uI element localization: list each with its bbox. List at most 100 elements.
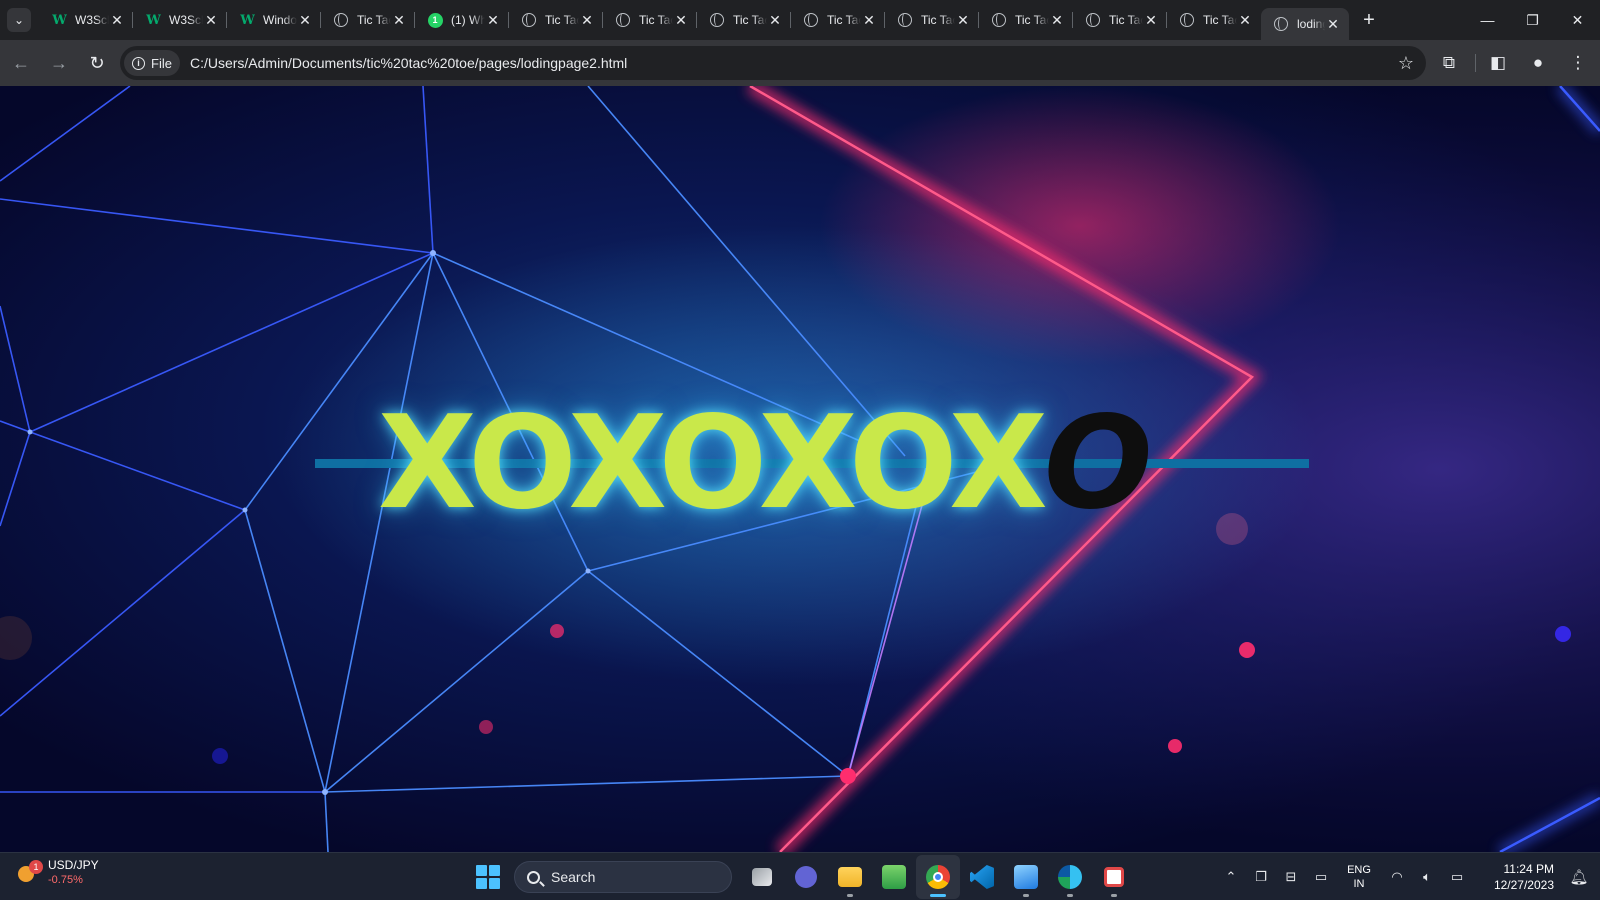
browser-tab[interactable]: Tic Tac Toe✕ — [1167, 0, 1261, 40]
tab-title: Tic Tac Toe — [545, 13, 579, 27]
browser-tab[interactable]: W Window✕ — [227, 0, 321, 40]
tab-close-button[interactable]: ✕ — [109, 12, 125, 28]
reload-icon: ↻ — [89, 52, 105, 73]
back-button[interactable]: ← — [4, 46, 38, 80]
tab-close-button[interactable]: ✕ — [955, 12, 971, 28]
loading-text-lit: XOXOXOX — [378, 388, 1048, 538]
remote-icon[interactable]: ⊟ — [1276, 869, 1306, 885]
tab-close-button[interactable]: ✕ — [767, 12, 783, 28]
tab-close-button[interactable]: ✕ — [1325, 16, 1341, 32]
tab-title: Tic Tac Toe — [639, 13, 673, 27]
browser-tab[interactable]: Tic Tac Toe✕ — [697, 0, 791, 40]
notification-bell-icon[interactable]: 🔔︎ — [1564, 868, 1594, 886]
tab-close-button[interactable]: ✕ — [297, 12, 313, 28]
notepad-app-button[interactable] — [872, 855, 916, 899]
language-region: IN — [1353, 878, 1365, 890]
tab-close-button[interactable]: ✕ — [1049, 12, 1065, 28]
menu-button[interactable]: ⋮ — [1560, 45, 1596, 81]
w3schools-icon: W — [240, 12, 255, 28]
tab-strip: ⌄ WW3Schools✕WW3Schools✕WWindow✕Tic Tac … — [0, 0, 1600, 40]
teams-chat-button[interactable] — [784, 855, 828, 899]
clock[interactable]: 11:24 PM 12/27/2023 — [1472, 861, 1554, 893]
snipping-tool-button[interactable] — [1092, 855, 1136, 899]
reload-button[interactable]: ↻ — [80, 46, 114, 80]
new-tab-button[interactable]: + — [1355, 6, 1383, 34]
volume-icon[interactable]: 🔈︎ — [1412, 869, 1442, 885]
loading-text-last: O — [1043, 388, 1153, 538]
running-indicator — [1111, 894, 1117, 897]
running-indicator — [930, 894, 946, 897]
tab-title: W3Schools — [75, 13, 109, 27]
browser-tab[interactable]: lodingpage2✕ — [1261, 8, 1349, 40]
bookmark-star-icon[interactable]: ☆ — [1398, 53, 1414, 74]
close-icon: ✕ — [1571, 11, 1584, 28]
side-panel-button[interactable]: ◧ — [1480, 45, 1516, 81]
tab-search-button[interactable]: ⌄ — [7, 8, 31, 32]
tab-title: Tic Tac Toe — [1203, 13, 1237, 27]
globe-icon — [1179, 12, 1195, 28]
edge-button[interactable] — [1048, 855, 1092, 899]
window-controls: — ❐ ✕ — [1465, 0, 1600, 40]
task-view-icon — [752, 868, 772, 886]
tab-close-button[interactable]: ✕ — [391, 12, 407, 28]
chrome-button[interactable] — [916, 855, 960, 899]
tab-close-button[interactable]: ✕ — [1143, 12, 1159, 28]
running-indicator — [847, 894, 853, 897]
url-text[interactable]: C:/Users/Admin/Documents/tic%20tac%20toe… — [190, 55, 627, 71]
tab-title: Tic Tac Toe — [357, 13, 391, 27]
chevron-up-icon[interactable]: ⌃ — [1216, 869, 1246, 885]
photos-button[interactable] — [1004, 855, 1048, 899]
tab-close-button[interactable]: ✕ — [1237, 12, 1253, 28]
globe-icon — [521, 12, 537, 28]
browser-tab[interactable]: Tic Tac Toe✕ — [979, 0, 1073, 40]
tab-close-button[interactable]: ✕ — [203, 12, 219, 28]
windows-logo-tile — [476, 865, 487, 876]
arrow-right-icon: → — [50, 52, 68, 73]
tab-title: Tic Tac Toe — [733, 13, 767, 27]
browser-tab[interactable]: W W3Schools✕ — [39, 0, 133, 40]
arrow-left-icon: ← — [12, 52, 30, 73]
start-button[interactable] — [476, 865, 500, 889]
clock-date: 12/27/2023 — [1493, 878, 1554, 892]
site-info-chip[interactable]: i File — [124, 50, 180, 76]
wifi-icon[interactable]: ◠ — [1382, 869, 1412, 885]
tab-title: Tic Tac Toe — [1015, 13, 1049, 27]
browser-tab[interactable]: Tic Tac Toe✕ — [791, 0, 885, 40]
globe-icon — [803, 12, 819, 28]
browser-tab[interactable]: Tic Tac Toe✕ — [885, 0, 979, 40]
display-icon[interactable]: ▭ — [1306, 869, 1336, 885]
browser-tab[interactable]: Tic Tac Toe✕ — [603, 0, 697, 40]
w3schools-icon: W — [52, 12, 67, 28]
restore-button[interactable]: ❐ — [1510, 0, 1555, 40]
vscode-button[interactable] — [960, 855, 1004, 899]
battery-icon[interactable]: ▭ — [1442, 869, 1472, 885]
address-bar[interactable]: i File C:/Users/Admin/Documents/tic%20ta… — [120, 46, 1426, 80]
tab-close-button[interactable]: ✕ — [485, 12, 501, 28]
tab-close-button[interactable]: ✕ — [861, 12, 877, 28]
close-window-button[interactable]: ✕ — [1555, 0, 1600, 40]
side-panel-icon: ◧ — [1489, 53, 1507, 72]
widgets-button[interactable]: 1 USD/JPY -0.75% — [16, 858, 99, 888]
copy-icon[interactable]: ❐ — [1246, 869, 1276, 885]
language-indicator[interactable]: ENG IN — [1336, 863, 1382, 891]
tab-close-button[interactable]: ✕ — [673, 12, 689, 28]
info-icon: i — [132, 56, 145, 70]
forward-button[interactable]: → — [42, 46, 76, 80]
browser-tab[interactable]: 1 (1) WhatsApp✕ — [415, 0, 509, 40]
task-view-button[interactable] — [740, 855, 784, 899]
kebab-menu-icon: ⋮ — [1569, 53, 1587, 72]
profile-button[interactable]: ● — [1520, 45, 1556, 81]
browser-tab[interactable]: W W3Schools✕ — [133, 0, 227, 40]
browser-tab[interactable]: Tic Tac Toe✕ — [1073, 0, 1167, 40]
browser-tab[interactable]: Tic Tac Toe✕ — [509, 0, 603, 40]
taskbar-search[interactable]: Search — [514, 861, 732, 893]
chrome-icon — [926, 865, 950, 889]
minimize-icon: — — [1480, 12, 1495, 28]
minimize-button[interactable]: — — [1465, 0, 1510, 40]
browser-tab[interactable]: Tic Tac Toe✕ — [321, 0, 415, 40]
widget-change: -0.75% — [48, 874, 83, 886]
extensions-button[interactable]: ⧉ — [1431, 45, 1467, 81]
file-explorer-button[interactable] — [828, 855, 872, 899]
tab-close-button[interactable]: ✕ — [579, 12, 595, 28]
tab-badge: 1 — [427, 12, 443, 28]
